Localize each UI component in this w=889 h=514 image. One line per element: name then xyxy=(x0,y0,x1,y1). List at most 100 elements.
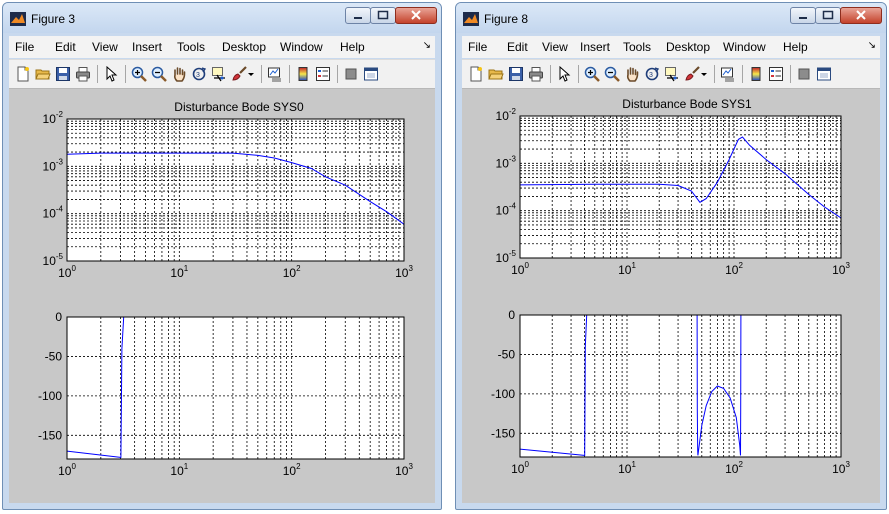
print-icon[interactable] xyxy=(528,66,544,82)
rotate-3d-icon[interactable]: 3 xyxy=(644,66,660,82)
menu-tools[interactable]: Tools xyxy=(623,36,651,58)
phase-x-tick-label: 101 xyxy=(618,460,636,476)
maximize-button[interactable] xyxy=(370,7,396,24)
figure-toolbar: 3 xyxy=(9,59,435,89)
new-figure-icon[interactable] xyxy=(15,66,31,82)
menu-edit[interactable]: Edit xyxy=(507,36,528,58)
insert-legend-icon[interactable] xyxy=(768,66,784,82)
menu-desktop[interactable]: Desktop xyxy=(222,36,266,58)
magnitude-x-tick-label: 103 xyxy=(395,264,413,280)
figure-toolbar: 3 xyxy=(462,59,880,89)
edit-plot-pointer-icon[interactable] xyxy=(103,66,119,82)
open-file-icon[interactable] xyxy=(35,66,51,82)
toolbar-separator xyxy=(790,65,791,83)
menu-insert[interactable]: Insert xyxy=(132,36,162,58)
minimize-button[interactable] xyxy=(790,7,816,24)
rotate-3d-icon[interactable]: 3 xyxy=(191,66,207,82)
phase-axes-background xyxy=(520,315,841,457)
magnitude-y-tick-label: 10-3 xyxy=(43,157,64,173)
insert-colorbar-icon[interactable] xyxy=(748,66,764,82)
menu-window[interactable]: Window xyxy=(723,36,766,58)
phase-y-tick-label: 0 xyxy=(508,308,515,322)
save-icon[interactable] xyxy=(55,66,71,82)
zoom-in-icon[interactable] xyxy=(584,66,600,82)
title-bar[interactable]: Figure 3 xyxy=(3,3,441,33)
phase-y-tick-label: -150 xyxy=(38,428,62,442)
insert-colorbar-icon[interactable] xyxy=(295,66,311,82)
link-plot-icon[interactable] xyxy=(720,66,736,82)
show-plot-tools-icon[interactable] xyxy=(816,66,832,82)
magnitude-y-tick-label: 10-3 xyxy=(496,154,517,170)
save-icon[interactable] xyxy=(508,66,524,82)
menu-help[interactable]: Help xyxy=(340,36,365,58)
phase-y-tick-label: 0 xyxy=(55,310,62,324)
svg-text:3: 3 xyxy=(196,72,200,79)
print-icon[interactable] xyxy=(75,66,91,82)
zoom-out-icon[interactable] xyxy=(151,66,167,82)
bode-plot-sys0: Disturbance Bode SYS0 100 101 102 103 10-2 10-… xyxy=(38,100,413,478)
menu-file[interactable]: File xyxy=(15,36,34,58)
zoom-out-icon[interactable] xyxy=(604,66,620,82)
maximize-icon xyxy=(822,10,834,20)
phase-x-tick-label: 102 xyxy=(283,462,301,478)
menu-edit[interactable]: Edit xyxy=(55,36,76,58)
phase-x-tick-label: 103 xyxy=(395,462,413,478)
brush-icon[interactable] xyxy=(684,66,700,82)
maximize-icon xyxy=(377,10,389,20)
menu-view[interactable]: View xyxy=(92,36,118,58)
menu-window[interactable]: Window xyxy=(280,36,323,58)
menu-overflow-icon[interactable]: ↘ xyxy=(868,40,876,51)
brush-dropdown-icon[interactable] xyxy=(247,66,255,82)
minimize-button[interactable] xyxy=(345,7,371,24)
close-button[interactable] xyxy=(395,7,437,24)
toolbar-separator xyxy=(261,65,262,83)
menu-bar: File Edit View Insert Tools Desktop Wind… xyxy=(9,36,435,58)
link-plot-icon[interactable] xyxy=(267,66,283,82)
pan-hand-icon[interactable] xyxy=(624,66,640,82)
menu-tools[interactable]: Tools xyxy=(177,36,205,58)
brush-dropdown-icon[interactable] xyxy=(700,66,708,82)
figure-window: Figure 3 File Edit View Insert Tools Des… xyxy=(2,2,442,510)
menu-view[interactable]: View xyxy=(542,36,568,58)
figure-canvas: Disturbance Bode SYS0 100 101 102 103 10-2 10-… xyxy=(9,89,435,503)
menu-help[interactable]: Help xyxy=(783,36,808,58)
phase-x-tick-label: 100 xyxy=(511,460,529,476)
phase-x-tick-label: 102 xyxy=(725,460,743,476)
toolbar-separator xyxy=(97,65,98,83)
minimize-icon xyxy=(354,17,362,19)
edit-plot-pointer-icon[interactable] xyxy=(556,66,572,82)
insert-legend-icon[interactable] xyxy=(315,66,331,82)
magnitude-y-tick-label: 10-2 xyxy=(496,107,517,123)
magnitude-x-tick-label: 101 xyxy=(170,264,188,280)
minimize-icon xyxy=(799,17,807,19)
phase-x-tick-label: 100 xyxy=(58,462,76,478)
toolbar-separator xyxy=(578,65,579,83)
title-bar[interactable]: Figure 8 xyxy=(456,3,886,33)
pan-hand-icon[interactable] xyxy=(171,66,187,82)
phase-y-tick-label: -50 xyxy=(498,347,516,361)
brush-icon[interactable] xyxy=(231,66,247,82)
maximize-button[interactable] xyxy=(815,7,841,24)
menu-insert[interactable]: Insert xyxy=(580,36,610,58)
hide-plot-tools-icon[interactable] xyxy=(343,66,359,82)
show-plot-tools-icon[interactable] xyxy=(363,66,379,82)
window-title: Figure 3 xyxy=(31,12,76,26)
magnitude-y-tick-label: 10-4 xyxy=(496,202,517,218)
menu-overflow-icon[interactable]: ↘ xyxy=(423,40,431,51)
magnitude-x-tick-label: 102 xyxy=(725,261,743,277)
toolbar-separator xyxy=(125,65,126,83)
magnitude-x-tick-label: 100 xyxy=(511,261,529,277)
hide-plot-tools-icon[interactable] xyxy=(796,66,812,82)
data-cursor-icon[interactable] xyxy=(664,66,680,82)
figure-window: Figure 8 File Edit View Insert Tools Des… xyxy=(455,2,887,510)
menu-file[interactable]: File xyxy=(468,36,487,58)
zoom-in-icon[interactable] xyxy=(131,66,147,82)
data-cursor-icon[interactable] xyxy=(211,66,227,82)
new-figure-icon[interactable] xyxy=(468,66,484,82)
open-file-icon[interactable] xyxy=(488,66,504,82)
menu-bar: File Edit View Insert Tools Desktop Wind… xyxy=(462,36,880,58)
close-button[interactable] xyxy=(840,7,882,24)
close-icon xyxy=(411,10,421,20)
menu-desktop[interactable]: Desktop xyxy=(666,36,710,58)
phase-x-tick-label: 101 xyxy=(170,462,188,478)
